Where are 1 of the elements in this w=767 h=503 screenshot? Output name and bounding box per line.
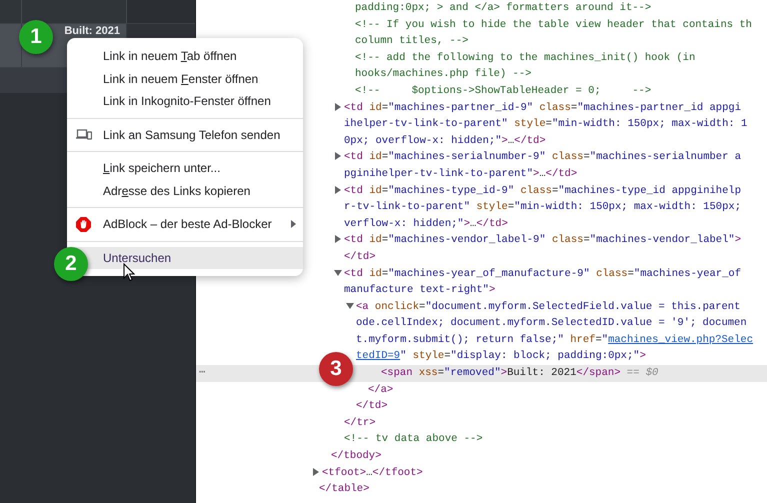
cell-text: Built: 2021 [64, 25, 120, 37]
